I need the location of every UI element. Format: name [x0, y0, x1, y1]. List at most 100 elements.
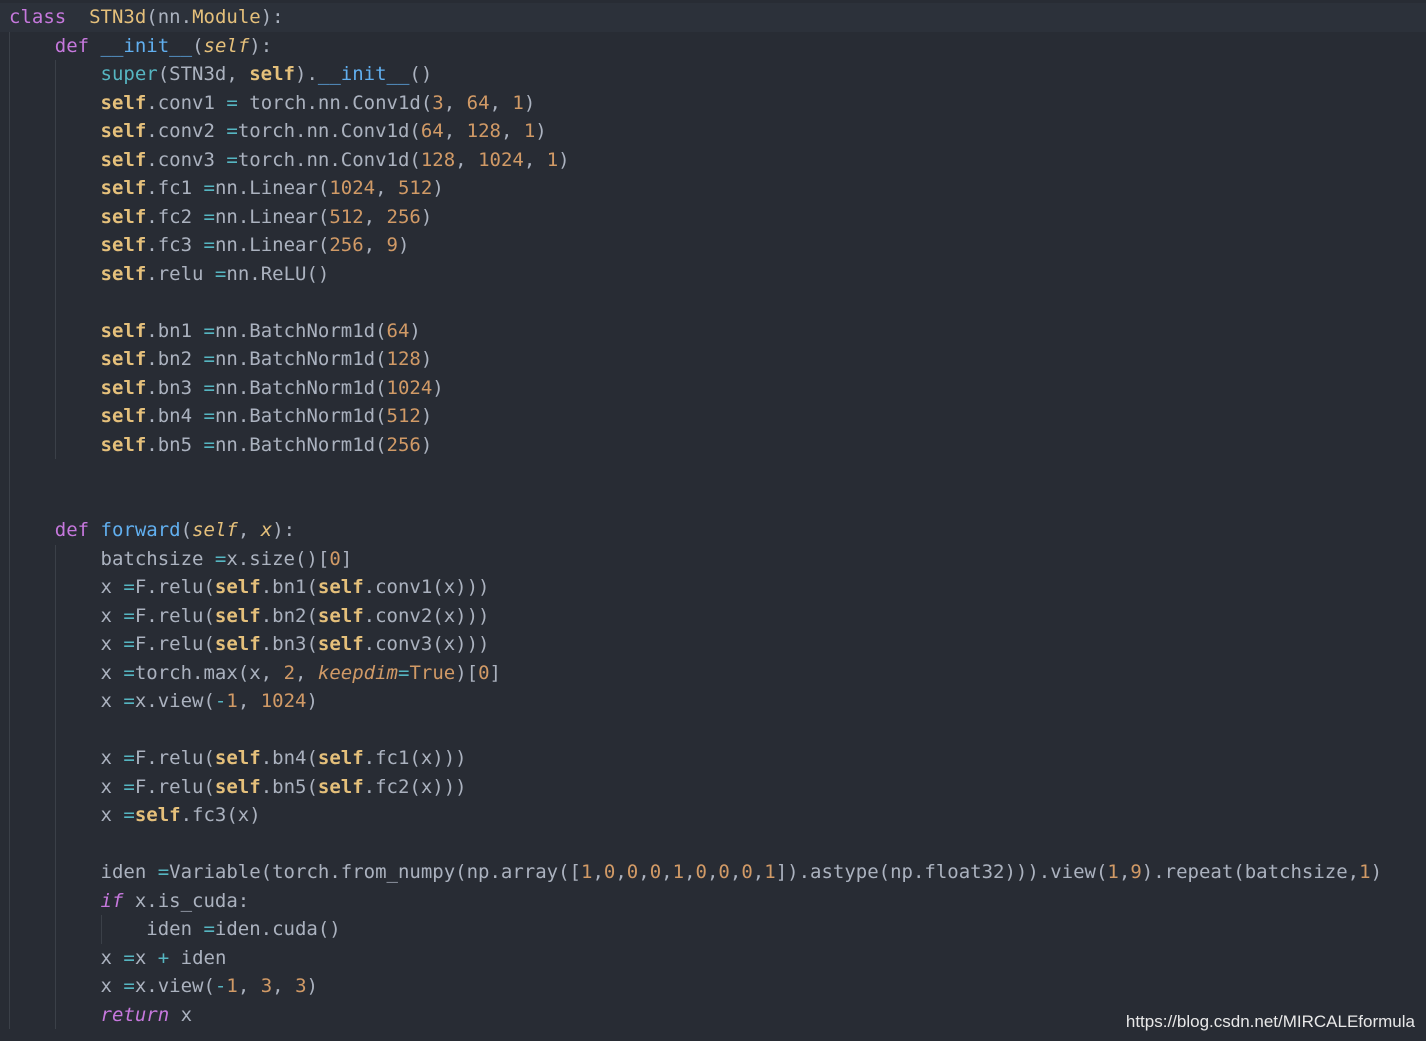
code-line[interactable]: x =torch.max(x, 2, keepdim=True)[0] [0, 659, 1426, 688]
code-line[interactable]: x =F.relu(self.bn5(self.fc2(x))) [0, 773, 1426, 802]
code-token: torch.max(x, [134, 661, 284, 684]
code-line[interactable]: x =F.relu(self.bn3(self.conv3(x))) [0, 630, 1426, 659]
code-token: = [123, 576, 135, 598]
code-token: self [249, 63, 295, 85]
code-line-text: self.conv3 =torch.nn.Conv1d(128, 1024, 1… [9, 146, 570, 175]
code-token: iden.cuda() [214, 918, 341, 940]
code-line-text: x =F.relu(self.bn5(self.fc2(x))) [9, 773, 467, 802]
code-line[interactable]: if x.is_cuda: [0, 887, 1426, 916]
code-line[interactable]: iden =Variable(torch.from_numpy(np.array… [0, 858, 1426, 887]
code-line[interactable] [0, 288, 1426, 317]
code-token: = [203, 376, 215, 399]
code-token: .bn1 [146, 319, 204, 342]
code-token: x.is_cuda: [134, 889, 250, 912]
code-line-text: x =F.relu(self.bn1(self.conv1(x))) [9, 573, 490, 602]
code-token: 0 [695, 861, 707, 883]
code-token: = [226, 120, 238, 142]
code-line[interactable]: iden =iden.cuda() [0, 915, 1426, 944]
code-token: = [226, 91, 238, 114]
code-token: 1 [546, 148, 559, 171]
code-token: .bn3( [260, 633, 318, 655]
code-token: .conv3(x))) [363, 633, 490, 655]
code-line[interactable] [0, 716, 1426, 745]
code-token: self [317, 604, 364, 627]
code-line[interactable]: self.fc2 =nn.Linear(512, 256) [0, 203, 1426, 232]
code-token: F.relu( [134, 633, 215, 655]
code-line-text: self.relu =nn.ReLU() [9, 260, 330, 289]
code-line[interactable]: self.fc1 =nn.Linear(1024, 512) [0, 174, 1426, 203]
code-token: keepdim [317, 661, 398, 684]
code-line-text: batchsize =x.size()[0] [9, 545, 353, 574]
code-token: 0 [626, 861, 639, 883]
code-token: .bn5 [146, 433, 204, 456]
code-line[interactable]: x =x.view(-1, 1024) [0, 687, 1426, 716]
code-token: (nn. [146, 6, 193, 28]
code-token: True [409, 661, 456, 684]
code-line-text: x =F.relu(self.bn4(self.fc1(x))) [9, 744, 467, 773]
code-line[interactable]: self.relu =nn.ReLU() [0, 260, 1426, 289]
code-token: ) [420, 433, 433, 456]
code-line[interactable]: x =x + iden [0, 944, 1426, 973]
code-line[interactable]: x =F.relu(self.bn2(self.conv2(x))) [0, 602, 1426, 631]
code-token: , [363, 234, 387, 256]
code-line[interactable]: self.conv3 =torch.nn.Conv1d(128, 1024, 1… [0, 146, 1426, 175]
code-token: ) [420, 405, 433, 427]
code-token: 128 [466, 120, 501, 142]
code-line[interactable]: def forward(self, x): [0, 516, 1426, 545]
code-token: 512 [397, 177, 433, 199]
code-line[interactable]: self.bn5 =nn.BatchNorm1d(256) [0, 431, 1426, 460]
code-line[interactable]: super(STN3d, self).__init__() [0, 60, 1426, 89]
code-token: x [9, 946, 124, 969]
code-token: x [9, 975, 124, 997]
code-token: 512 [329, 205, 364, 228]
code-line[interactable]: x =F.relu(self.bn4(self.fc1(x))) [0, 744, 1426, 773]
code-line[interactable]: x =self.fc3(x) [0, 801, 1426, 830]
code-token: 0 [603, 861, 616, 883]
code-line[interactable]: def __init__(self): [0, 32, 1426, 61]
code-line[interactable]: self.bn4 =nn.BatchNorm1d(512) [0, 402, 1426, 431]
code-line[interactable]: batchsize =x.size()[0] [0, 545, 1426, 574]
code-line[interactable]: self.bn3 =nn.BatchNorm1d(1024) [0, 374, 1426, 403]
code-line[interactable]: x =F.relu(self.bn1(self.conv1(x))) [0, 573, 1426, 602]
code-token: = [203, 234, 215, 256]
code-line[interactable] [0, 488, 1426, 517]
code-token: self [100, 205, 147, 228]
code-token: nn.ReLU() [226, 262, 330, 285]
code-line[interactable] [0, 459, 1426, 488]
code-token: x [134, 946, 158, 969]
code-token: .fc1(x))) [363, 747, 467, 769]
code-line[interactable]: x =x.view(-1, 3, 3) [0, 972, 1426, 1001]
code-token: def [54, 519, 90, 541]
code-token: 1 [1107, 861, 1119, 883]
code-token: x [9, 633, 124, 655]
code-token: ): [249, 34, 273, 57]
code-line[interactable]: self.fc3 =nn.Linear(256, 9) [0, 231, 1426, 260]
code-token: = [203, 177, 215, 199]
code-token: nn.BatchNorm1d( [214, 376, 387, 399]
code-editor[interactable]: class STN3d(nn.Module): def __init__(sel… [0, 0, 1426, 1041]
code-line[interactable]: class STN3d(nn.Module): [0, 3, 1426, 32]
code-token: 3 [295, 975, 307, 997]
code-token: self [100, 405, 147, 427]
code-token: .bn2 [146, 348, 204, 370]
code-token: 0 [718, 861, 730, 883]
code-token: = [123, 661, 135, 684]
code-token: self [203, 34, 250, 57]
code-token: ) [306, 690, 318, 712]
code-token: - [214, 690, 227, 712]
code-token: nn.Linear( [214, 205, 330, 228]
code-line[interactable]: self.bn2 =nn.BatchNorm1d(128) [0, 345, 1426, 374]
code-line[interactable]: self.conv2 =torch.nn.Conv1d(64, 128, 1) [0, 117, 1426, 146]
code-line[interactable]: self.conv1 = torch.nn.Conv1d(3, 64, 1) [0, 89, 1426, 118]
code-line[interactable] [0, 830, 1426, 859]
code-token: ) [420, 348, 433, 370]
code-token: 64 [466, 91, 490, 114]
code-line[interactable]: self.bn1 =nn.BatchNorm1d(64) [0, 317, 1426, 346]
